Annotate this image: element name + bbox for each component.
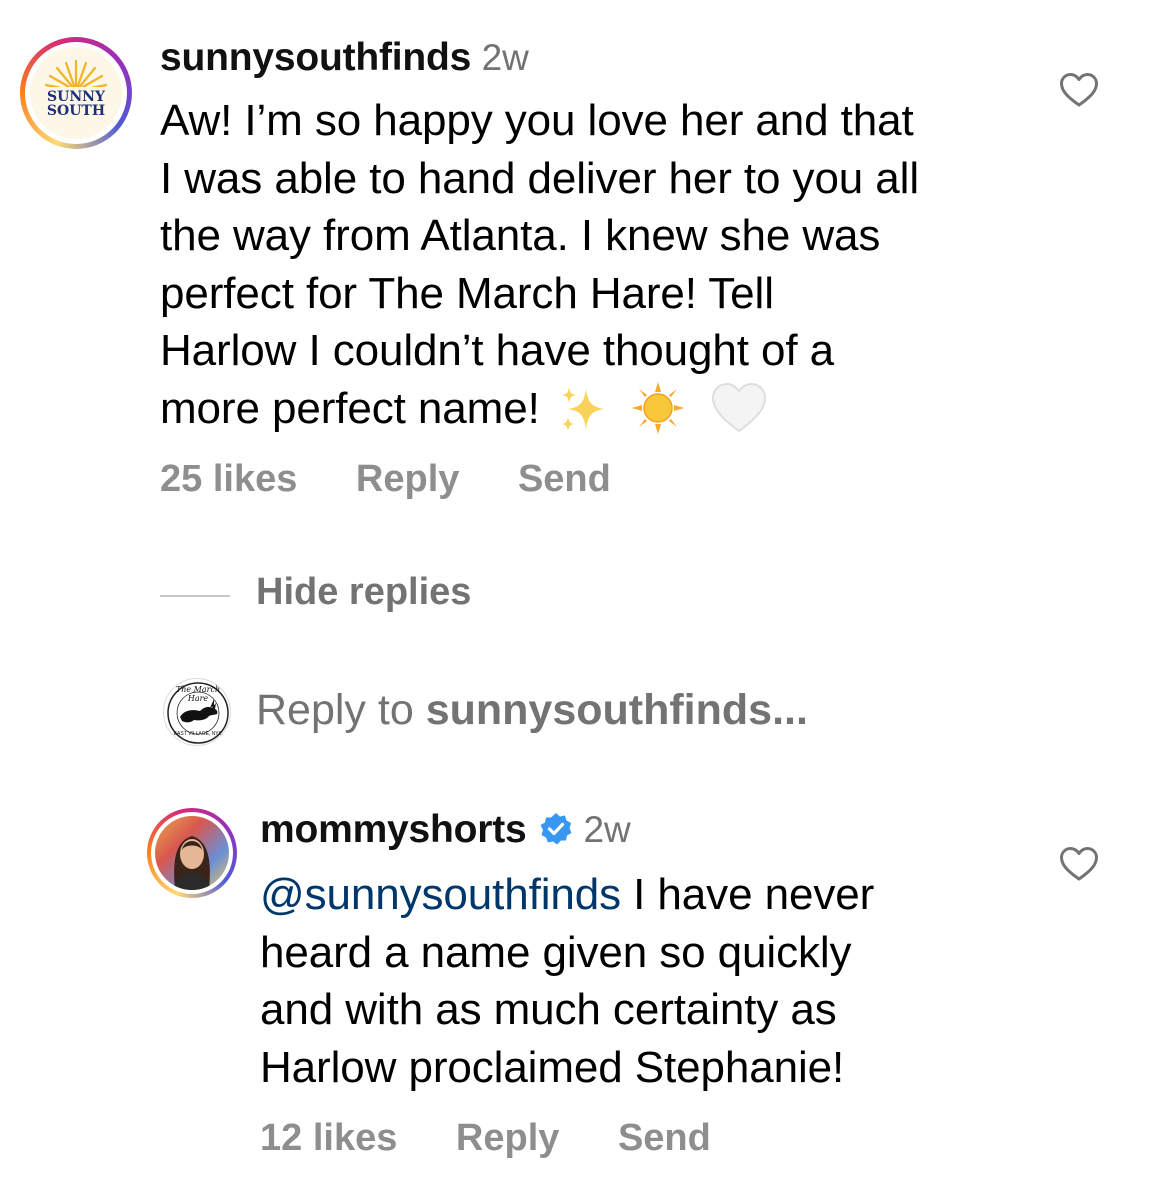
sun-icon: [631, 381, 684, 434]
reply-prompt-username: sunnysouthfinds...: [425, 686, 808, 734]
hide-replies-label[interactable]: Hide replies: [256, 571, 471, 614]
avatar[interactable]: SUNNY SOUTH: [20, 37, 132, 149]
avatar-logo-line2: SOUTH: [46, 103, 106, 119]
like-heart-icon[interactable]: [1059, 72, 1099, 108]
comment-timestamp: 2w: [481, 37, 529, 78]
comment-text: Aw! I’m so happy you love her and that I…: [160, 92, 1040, 437]
comment-line: Harlow I couldn’t have thought of a: [160, 326, 835, 375]
reply-username[interactable]: mommyshorts: [260, 808, 527, 851]
reply-timestamp: 2w: [583, 809, 631, 850]
avatar-logo-text-bottom: EAST VILLAGE, NYC: [173, 731, 223, 737]
comment-line: the way from Atlanta. I knew she was: [160, 211, 881, 260]
comment-send-button[interactable]: Send: [518, 458, 611, 500]
reply-avatar[interactable]: [147, 808, 237, 898]
reply-line: Harlow proclaimed Stephanie!: [260, 1042, 845, 1092]
reply-likes[interactable]: 12 likes: [260, 1117, 397, 1159]
comment-line: perfect for The March Hare! Tell: [160, 268, 774, 318]
comment-line: I was able to hand deliver her to you al…: [160, 153, 920, 203]
reply-line: heard a name given so quickly: [260, 927, 852, 977]
comment-username[interactable]: sunnysouthfinds: [160, 36, 471, 79]
comment-line: Aw! I’m so happy you love her and that: [160, 96, 914, 145]
reply-line: I have never: [621, 870, 875, 919]
verified-badge-icon: [540, 813, 572, 845]
reply-prompt-avatar: The March Hare EAST VILLAGE, NYC: [163, 678, 231, 746]
reply-prompt-prefix: Reply to: [256, 686, 426, 734]
avatar-logo-line1: SUNNY: [47, 89, 105, 105]
reply-line: and with as much certainty as: [260, 985, 837, 1034]
mention-link[interactable]: @sunnysouthfinds: [260, 870, 621, 919]
avatar-logo-text-top: The March Hare: [175, 685, 221, 703]
profile-photo: [173, 836, 211, 890]
reply-like-heart-icon[interactable]: [1059, 846, 1099, 882]
sparkles-icon: [561, 386, 604, 431]
comment-reply-button[interactable]: Reply: [356, 458, 459, 500]
white-heart-icon: [712, 382, 767, 432]
replies-divider-line: [160, 595, 230, 597]
reply-text: @sunnysouthfinds I have never heard a na…: [260, 866, 1050, 1096]
comment-line: more perfect name!: [160, 383, 540, 433]
reply-send-button[interactable]: Send: [618, 1117, 711, 1159]
reply-reply-button[interactable]: Reply: [456, 1117, 559, 1159]
comment-likes[interactable]: 25 likes: [160, 458, 297, 500]
